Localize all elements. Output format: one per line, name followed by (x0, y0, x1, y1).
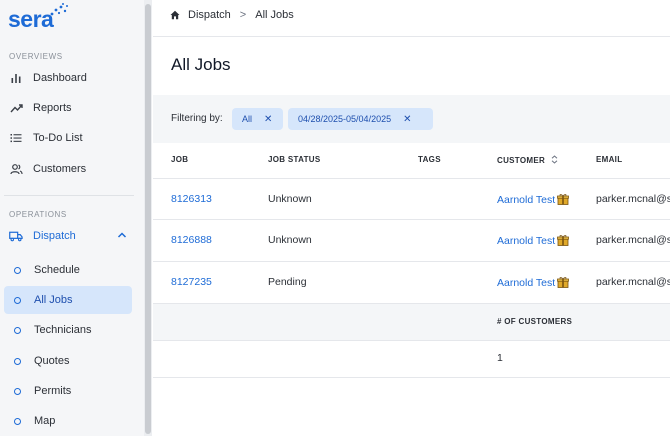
column-header-job[interactable]: JOB (171, 155, 188, 164)
chevron-up-icon[interactable] (117, 230, 127, 242)
sidebar-subitem-permits[interactable]: Permits (4, 377, 132, 405)
column-header-label: CUSTOMER (497, 156, 546, 165)
trend-icon (9, 101, 23, 115)
customer-cell: Aarnold Test (497, 276, 570, 289)
email-cell: parker.mcnal@s (596, 193, 670, 205)
email-cell: parker.mcnal@s (596, 234, 670, 246)
gift-badge-icon (557, 235, 570, 246)
bullet-icon (14, 417, 21, 425)
sidebar-item-label: Dashboard (33, 72, 87, 84)
column-header-customer[interactable]: CUSTOMER (497, 155, 558, 166)
sidebar-item-dispatch[interactable]: Dispatch (4, 222, 132, 250)
customer-link[interactable]: Aarnold Test (497, 277, 555, 289)
filter-label: Filtering by: (171, 113, 223, 124)
gift-badge-icon (557, 277, 570, 288)
summary-divider (153, 340, 670, 341)
customer-link[interactable]: Aarnold Test (497, 194, 555, 206)
sidebar-subitem-all-jobs[interactable]: All Jobs (4, 286, 132, 314)
sidebar-item-customers[interactable]: Customers (4, 155, 132, 183)
filter-bar: Filtering by: All ✕ 04/28/2025-05/04/202… (153, 95, 670, 143)
logo-text: sera (8, 6, 54, 32)
sidebar-item-reports[interactable]: Reports (4, 94, 132, 122)
breadcrumb-separator: > (239, 9, 247, 21)
gift-badge-icon (557, 194, 570, 205)
job-link[interactable]: 8127235 (171, 276, 212, 288)
column-header-email[interactable]: EMAIL (596, 155, 622, 164)
sidebar-item-label: To-Do List (33, 132, 83, 144)
home-icon[interactable] (170, 10, 180, 20)
sidebar-item-todo[interactable]: To-Do List (4, 124, 132, 152)
sera-logo[interactable]: sera (8, 3, 68, 32)
sidebar-scrollbar[interactable] (144, 0, 152, 436)
users-icon (9, 162, 23, 176)
sidebar-subitem-label: Technicians (34, 324, 92, 336)
table-row[interactable]: 8126888 Unknown Aarnold Test parker.mcna… (153, 220, 670, 262)
sidebar-item-label: Customers (33, 163, 87, 175)
job-link[interactable]: 8126313 (171, 193, 212, 205)
job-status: Pending (268, 276, 307, 288)
bar-chart-icon (9, 71, 23, 85)
sidebar-subitem-schedule[interactable]: Schedule (4, 256, 132, 284)
job-link[interactable]: 8126888 (171, 234, 212, 246)
filter-chip-all[interactable]: All ✕ (232, 108, 283, 130)
breadcrumb-dispatch[interactable]: Dispatch (188, 9, 231, 21)
sidebar-subitem-quotes[interactable]: Quotes (4, 347, 132, 375)
column-header-job-status[interactable]: JOB STATUS (268, 155, 320, 164)
truck-icon (9, 229, 23, 243)
sidebar-item-label: Dispatch (33, 230, 76, 242)
table-row[interactable]: 8127235 Pending Aarnold Test parker.mcna… (153, 262, 670, 304)
summary-label: # OF CUSTOMERS (497, 317, 573, 326)
sidebar-item-label: Reports (33, 102, 72, 114)
sidebar-subitem-label: All Jobs (34, 294, 73, 306)
sort-icon[interactable] (551, 155, 558, 166)
header-divider (153, 36, 670, 37)
logo-spark-icon (50, 3, 68, 16)
bullet-icon (14, 387, 21, 395)
bullet-icon (14, 266, 21, 274)
chip-label: All (242, 114, 253, 124)
main-content: Dispatch > All Jobs All Jobs Filtering b… (153, 0, 670, 436)
filter-chip-date-range[interactable]: 04/28/2025-05/04/2025 ✕ (288, 108, 433, 130)
breadcrumb-current: All Jobs (255, 9, 294, 21)
section-label-overviews: OVERVIEWS (9, 52, 63, 61)
bullet-icon (14, 326, 21, 334)
sidebar: sera OVERVIEWS Dashboard Reports To-Do L… (0, 0, 152, 436)
bullet-icon (14, 296, 21, 304)
customer-count: 1 (497, 352, 503, 364)
column-header-tags[interactable]: TAGS (418, 155, 441, 164)
customer-link[interactable]: Aarnold Test (497, 235, 555, 247)
bullet-icon (14, 357, 21, 365)
list-icon (9, 131, 23, 145)
sidebar-subitem-label: Quotes (34, 355, 70, 367)
scrollbar-thumb[interactable] (145, 4, 151, 434)
chip-label: 04/28/2025-05/04/2025 (298, 114, 392, 124)
sidebar-subitem-label: Map (34, 415, 56, 427)
sidebar-subitem-technicians[interactable]: Technicians (4, 316, 132, 344)
job-status: Unknown (268, 193, 312, 205)
email-cell: parker.mcnal@s (596, 276, 670, 288)
table-bottom-divider (153, 377, 670, 378)
close-icon[interactable]: ✕ (264, 114, 272, 125)
page-title: All Jobs (171, 55, 231, 74)
section-label-operations: OPERATIONS (9, 210, 67, 219)
sidebar-subitem-map[interactable]: Map (4, 407, 132, 435)
breadcrumb: Dispatch > All Jobs (170, 8, 294, 22)
sidebar-item-dashboard[interactable]: Dashboard (4, 64, 132, 92)
job-status: Unknown (268, 234, 312, 246)
sidebar-divider (4, 195, 134, 196)
close-icon[interactable]: ✕ (403, 114, 411, 125)
customer-cell: Aarnold Test (497, 234, 570, 247)
summary-header-band: # OF CUSTOMERS (153, 304, 670, 340)
customer-cell: Aarnold Test (497, 193, 570, 206)
table-row[interactable]: 8126313 Unknown Aarnold Test parker.mcna… (153, 179, 670, 221)
sidebar-subitem-label: Permits (34, 385, 72, 397)
sidebar-subitem-label: Schedule (34, 264, 80, 276)
